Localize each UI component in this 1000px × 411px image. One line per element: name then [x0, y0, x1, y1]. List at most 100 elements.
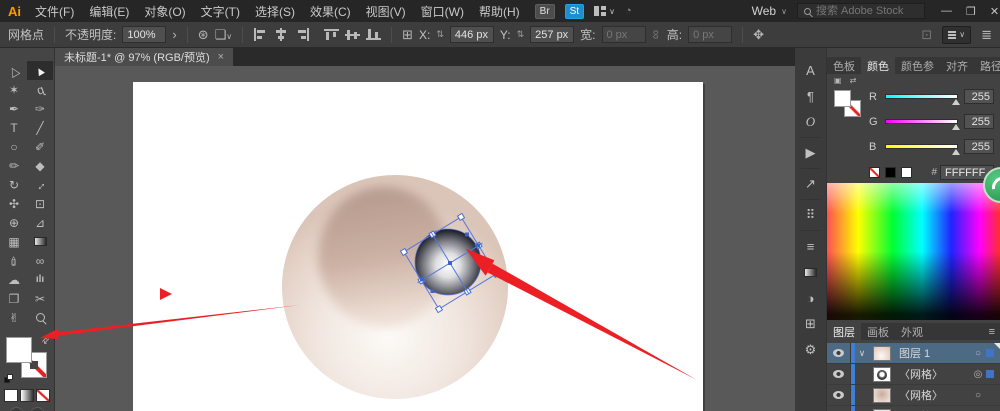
y-input[interactable] — [530, 26, 575, 43]
layer-name[interactable]: 〈网格〉 — [895, 366, 970, 382]
align-bottom-icon[interactable] — [366, 28, 382, 41]
layer-row[interactable]: 〈网格〉 ◎ — [827, 364, 1000, 385]
menu-window[interactable]: 窗口(W) — [421, 3, 464, 20]
tab-close-icon[interactable]: × — [218, 51, 224, 63]
graphic-style-icon[interactable]: ⊛ — [198, 27, 209, 43]
eraser-tool[interactable]: ◆ — [27, 156, 53, 175]
green-channel-value[interactable] — [964, 114, 994, 129]
tab-pathfinder[interactable]: 路径查 — [974, 56, 1000, 76]
align-vcenter-icon[interactable] — [345, 28, 361, 41]
panel-workspace-button[interactable]: ∨ — [942, 25, 972, 44]
opentype-panel-icon[interactable]: O — [795, 109, 826, 135]
slider-thumb[interactable] — [952, 124, 960, 130]
curvature-tool[interactable]: ✑ — [27, 99, 53, 118]
menu-edit[interactable]: 编辑(E) — [89, 3, 129, 20]
default-colors-icon[interactable]: ▣ — [834, 76, 842, 85]
tab-artboards[interactable]: 画板 — [861, 322, 895, 342]
expand-chevron-icon[interactable]: ∨ — [855, 348, 869, 359]
none-button[interactable] — [36, 389, 50, 402]
list-icon[interactable]: ≣ — [981, 27, 992, 43]
stroke-panel-icon[interactable]: ≡ — [795, 233, 826, 259]
minimize-button[interactable]: — — [941, 5, 952, 18]
none-swatch[interactable] — [869, 167, 880, 178]
stock-button[interactable]: St — [564, 3, 585, 19]
paragraph-panel-icon[interactable]: ¶ — [795, 83, 826, 109]
visibility-cell[interactable] — [827, 406, 851, 411]
menu-effect[interactable]: 效果(C) — [310, 3, 351, 20]
white-swatch[interactable] — [901, 167, 912, 178]
opacity-input[interactable] — [122, 26, 167, 43]
stock-search[interactable] — [796, 3, 925, 19]
direct-selection-tool[interactable]: ▲ — [27, 61, 53, 80]
draw-normal-button[interactable] — [9, 407, 24, 411]
blue-channel-value[interactable] — [964, 139, 994, 154]
x-input[interactable] — [449, 26, 494, 43]
gradient-tool[interactable] — [27, 232, 53, 251]
align-top-icon[interactable] — [324, 28, 340, 41]
type-tool[interactable]: T — [1, 118, 27, 137]
panel-fill-swatch[interactable] — [834, 90, 851, 107]
layer-name[interactable]: 〈网格〉 — [895, 387, 970, 403]
gradient-panel-icon[interactable] — [795, 259, 826, 285]
slider-thumb[interactable] — [952, 149, 960, 155]
libraries-panel-icon[interactable]: ⠿ — [795, 202, 826, 228]
transform-icon[interactable]: ✥ — [753, 27, 764, 43]
menu-file[interactable]: 文件(F) — [35, 3, 74, 20]
line-segment-tool[interactable]: ╱ — [27, 118, 53, 137]
restore-button[interactable]: ❐ — [966, 5, 976, 18]
opacity-popover-button[interactable]: › — [172, 27, 176, 42]
color-spectrum[interactable] — [827, 183, 1000, 320]
pencil-tool[interactable]: ✏ — [1, 156, 27, 175]
black-swatch[interactable] — [885, 167, 896, 178]
mesh-tool[interactable]: ▦ — [1, 232, 27, 251]
visibility-cell[interactable] — [827, 364, 851, 384]
menu-select[interactable]: 选择(S) — [255, 3, 295, 20]
perspective-grid-tool[interactable]: ⊿ — [27, 213, 53, 232]
tab-appearance[interactable]: 外观 — [895, 322, 929, 342]
slice-tool[interactable]: ✂ — [27, 289, 53, 308]
selection-indicator[interactable] — [986, 349, 994, 357]
scale-tool[interactable]: ↔ — [27, 175, 53, 194]
fill-color-swatch[interactable] — [6, 337, 32, 363]
menu-help[interactable]: 帮助(H) — [479, 3, 520, 20]
symbol-sprayer-tool[interactable]: ☁ — [1, 270, 27, 289]
free-transform-tool[interactable]: ⊡ — [27, 194, 53, 213]
target-icon[interactable]: ○ — [970, 390, 986, 401]
target-icon[interactable]: ○ — [970, 348, 986, 359]
layer-name[interactable]: 图层 1 — [895, 345, 970, 361]
lasso-tool[interactable]: ɋ — [27, 80, 53, 99]
gradient-button[interactable] — [20, 389, 34, 402]
panel-menu-icon[interactable]: ≡ — [989, 326, 1000, 338]
tab-color-guide[interactable]: 颜色参 — [895, 56, 940, 76]
column-graph-tool[interactable]: ılı — [27, 270, 53, 289]
swap-fill-stroke-icon[interactable]: ⇄ — [40, 334, 53, 347]
color-button[interactable] — [4, 389, 18, 402]
height-input[interactable] — [688, 26, 733, 43]
blue-channel-slider[interactable] — [885, 144, 960, 155]
constrain-link-icon[interactable]: ∞ — [649, 30, 664, 39]
visibility-cell[interactable] — [827, 343, 851, 363]
visibility-cell[interactable] — [827, 385, 851, 405]
slider-thumb[interactable] — [952, 99, 960, 105]
paintbrush-tool[interactable]: ✐ — [27, 137, 53, 156]
menu-view[interactable]: 视图(V) — [366, 3, 406, 20]
swap-colors-icon[interactable]: ⇄ — [850, 76, 857, 85]
canvas[interactable] — [55, 66, 795, 411]
y-stepper-icon[interactable]: ⇅ — [517, 29, 525, 40]
tab-color[interactable]: 颜色 — [861, 55, 895, 76]
layer-thumbnail[interactable] — [873, 366, 891, 382]
selection-indicator[interactable] — [986, 370, 994, 378]
bridge-button[interactable]: Br — [534, 3, 555, 19]
blend-tool[interactable]: ∞ — [27, 251, 53, 270]
document-setup-icon[interactable]: ❏∨ — [215, 27, 233, 43]
close-button[interactable]: ✕ — [990, 5, 999, 18]
pen-tool[interactable]: ✒ — [1, 99, 27, 118]
tab-align[interactable]: 对齐 — [940, 56, 974, 76]
width-tool[interactable]: ✣ — [1, 194, 27, 213]
default-colors-icon[interactable] — [4, 374, 13, 383]
artboard-tool[interactable]: ❐ — [1, 289, 27, 308]
red-channel-value[interactable] — [964, 89, 994, 104]
layer-row[interactable]: ∨ 图层 1 ○ — [827, 343, 1000, 364]
x-stepper-icon[interactable]: ⇅ — [436, 29, 444, 40]
align-left-icon[interactable] — [253, 28, 268, 41]
